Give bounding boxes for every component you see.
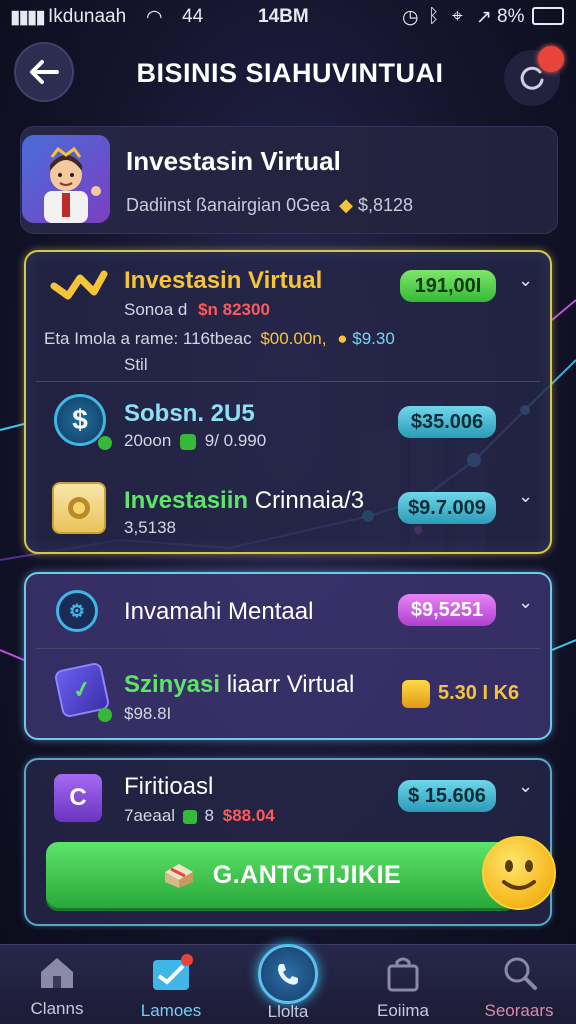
row-title-sobsn: Sobsn. 2U5: [124, 400, 255, 427]
row-title-investasin: Investasin Virtual: [124, 267, 323, 294]
gold-value: 5.30 I K6: [438, 682, 520, 704]
nav-item-home[interactable]: Clanns: [2, 954, 112, 1019]
nav-label-search: Seoraars: [484, 1001, 554, 1020]
clock-label: 14BM: [258, 6, 309, 27]
row3-line1: 3,5138: [124, 518, 176, 537]
row-line2-right: $9.30: [352, 329, 395, 348]
row-title-invamahi: Invamahi Mentaal: [124, 598, 314, 625]
value-badge: $ 15.606: [398, 780, 496, 812]
row6-mid: 8: [204, 806, 214, 825]
profile-subtitle: Dadiinst ßanairgian 0Gea ◆ $,8128: [126, 195, 413, 216]
primary-action-label: G.ANTGTIJIKIE: [212, 860, 402, 889]
value-badge: $9,5251: [398, 594, 496, 626]
primary-action-button[interactable]: G.ANTGTIJIKIE: [46, 842, 516, 908]
chevron-down-icon[interactable]: ⌄: [518, 486, 533, 507]
row6-line1: 7aeaal 8 $88.04: [124, 806, 275, 826]
box-icon: [164, 864, 193, 888]
home-icon: [41, 958, 73, 988]
nav-item-lamoes[interactable]: Lamoes: [116, 954, 226, 1021]
profile-subtitle-text: Dadiinst ßanairgian 0Gea: [126, 195, 331, 215]
row6-amount: $88.04: [222, 806, 275, 825]
bluetooth-icon: ᛒ: [428, 6, 440, 27]
wifi-icon: ◠: [146, 7, 163, 28]
carrier-label: Ikdunaah: [48, 6, 127, 27]
arrow-left-icon: [30, 60, 59, 84]
row-title-investasiin: Investasiin Crinnaia/3: [124, 487, 364, 515]
value-badge: $9.7.009: [398, 492, 496, 524]
location-icon: ⌖: [452, 6, 463, 27]
row-line2-prefix: Eta Imola a rame: 116tbeac: [44, 329, 252, 348]
nav-label-llolta: Llolta: [267, 1002, 309, 1021]
back-button[interactable]: [14, 42, 74, 102]
gold-coin-icon: [402, 680, 430, 708]
chevron-down-icon[interactable]: ⌄: [518, 776, 533, 797]
row6-prefix: 7aeaal: [124, 806, 176, 825]
check-icon: [180, 433, 197, 450]
nav-item-bag[interactable]: Eoiima: [348, 954, 458, 1021]
nav-item-call-button[interactable]: [258, 944, 318, 1004]
alarm-icon: ◷: [402, 7, 419, 28]
check-icon: [182, 809, 197, 824]
row-line2: Eta Imola a rame: 116tbeac $00.00n, ● $9…: [44, 329, 395, 349]
row-line1-amount: $n 82300: [198, 300, 270, 319]
status-bar: ▮▮▮▮ Ikdunaah ◠ 44 14BM ◷ ᛒ ⌖ ↗ 8%: [0, 0, 576, 34]
phone-icon: [278, 964, 298, 985]
nav-label-home: Clanns: [30, 999, 84, 1018]
badge-emblem-icon: ⚙: [56, 590, 98, 632]
nav-label-lamoes: Lamoes: [140, 1001, 202, 1020]
row3-title-green: Investasiin: [124, 487, 249, 514]
coin-icon: ●: [337, 329, 348, 348]
signal-extra-label: 44: [182, 6, 204, 27]
page-title: BISINIS SIAHUVINTUAI: [136, 58, 444, 88]
signal-arrow-icon: ↗: [476, 7, 492, 28]
row-line2-amount: $00.00n,: [260, 329, 327, 348]
chart-check-icon: [153, 954, 193, 990]
row-line1-prefix: Sonoa d: [124, 300, 188, 319]
value-badge: $35.006: [398, 406, 496, 438]
row5-line1: $98.8I: [124, 704, 172, 723]
battery-label: 8%: [497, 6, 525, 27]
row2-line1: 20oon 9/ 0.990: [124, 431, 266, 451]
avatar: [22, 135, 110, 223]
row2-prefix: 20oon: [124, 431, 172, 450]
row5-title-rest: liaarr Virtual: [226, 671, 355, 698]
nav-label-bag: Eoiima: [377, 1001, 429, 1020]
row2-amount: 9/ 0.990: [204, 431, 267, 450]
row3-title-rest: Crinnaia/3: [254, 487, 365, 514]
document-coin-icon: [52, 482, 106, 534]
status-dot-icon: [98, 436, 112, 450]
profile-value: $,8128: [358, 195, 414, 215]
notification-badge: [538, 46, 564, 72]
app-c-icon: C: [54, 774, 102, 822]
bag-icon: [387, 957, 419, 992]
row-title-szinyasi: Szinyasi liaarr Virtual: [124, 671, 354, 699]
profile-title: Investasin Virtual: [126, 146, 341, 176]
row-line1: Sonoa d $n 82300: [124, 300, 270, 320]
row-line3: Stil: [124, 355, 148, 374]
row5-title-green: Szinyasi: [124, 671, 221, 698]
chevron-down-icon[interactable]: ⌄: [518, 592, 533, 613]
smiley-emoji-icon[interactable]: [482, 836, 556, 910]
trend-arrow-icon: [50, 266, 108, 306]
coin-icon: ◆: [339, 195, 353, 215]
character-avatar-icon: [44, 146, 101, 223]
search-icon: [504, 957, 537, 990]
signal-icon: ▮▮▮▮: [10, 7, 46, 28]
status-dot-icon: [98, 708, 112, 722]
row-title-firitioasl: Firitioasl: [124, 773, 214, 800]
chevron-down-icon[interactable]: ⌄: [518, 270, 533, 291]
nav-item-search[interactable]: Seoraars: [464, 954, 574, 1021]
battery-icon: [532, 7, 564, 25]
divider: [36, 381, 540, 382]
value-badge: 191,00I: [400, 270, 496, 302]
divider: [36, 648, 540, 649]
